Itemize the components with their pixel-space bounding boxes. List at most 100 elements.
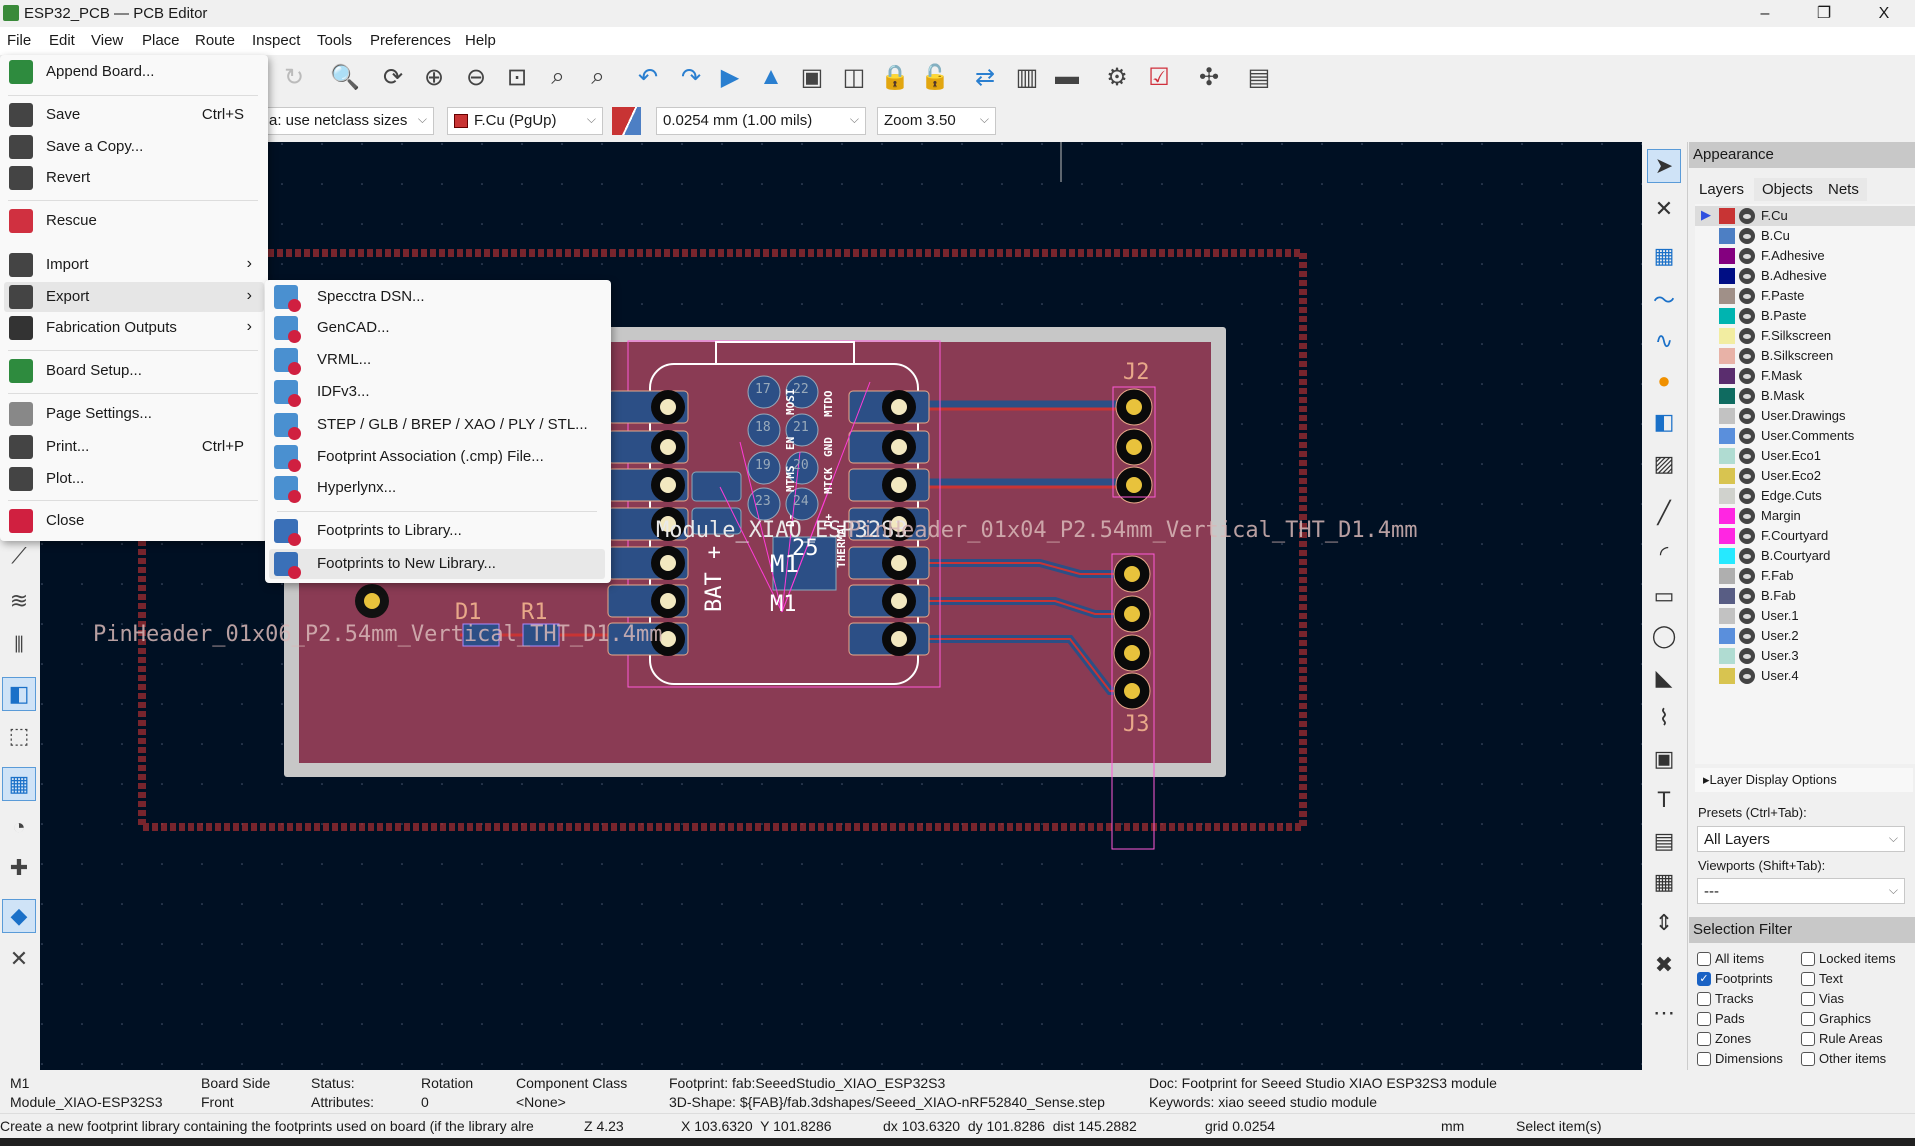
layer-color-swatch[interactable] [1719,388,1735,404]
find-icon[interactable]: 🔍 [329,61,361,93]
visibility-eye-icon[interactable] [1739,648,1755,664]
layer-row-user-4[interactable]: User.4 [1695,666,1915,686]
menu-item-fabrication-outputs[interactable]: Fabrication Outputs › [4,313,264,343]
text-icon[interactable]: T [1647,783,1681,817]
filter-text[interactable]: Text [1801,970,1911,990]
scripting-console-icon[interactable]: ▤ [1243,61,1275,93]
layer-row-b-courtyard[interactable]: B.Courtyard [1695,546,1915,566]
visibility-eye-icon[interactable] [1739,548,1755,564]
board-setup-icon[interactable]: ⚙ [1101,61,1133,93]
polygon-icon[interactable]: ◣ [1647,661,1681,695]
drc-icon[interactable]: ☑ [1143,61,1175,93]
tune-length-icon[interactable]: ≋ [2,584,36,618]
layer-color-swatch[interactable] [1719,408,1735,424]
menu-item-board-setup[interactable]: Board Setup... [4,356,264,386]
layer-color-swatch[interactable] [1719,228,1735,244]
filter-pads[interactable]: Pads [1697,1010,1807,1030]
filter-dimensions[interactable]: Dimensions [1697,1050,1807,1070]
rotate-cw-icon[interactable]: ↷ [675,61,707,93]
checkbox[interactable] [1697,992,1711,1006]
footprint-add-icon[interactable]: ▦ [1647,239,1681,273]
pad-icon[interactable]: ◧ [1647,405,1681,439]
visibility-eye-icon[interactable] [1739,528,1755,544]
layer-color-swatch[interactable] [1719,548,1735,564]
layer-row-f-courtyard[interactable]: F.Courtyard [1695,526,1915,546]
layer-row-user-3[interactable]: User.3 [1695,646,1915,666]
filter-rule-areas[interactable]: Rule Areas [1801,1030,1911,1050]
menu-item-save-a-copy[interactable]: Save a Copy... [4,132,264,162]
track-width-select[interactable]: a: use netclass sizes ⌵ [262,107,434,135]
layer-row-b-silkscreen[interactable]: B.Silkscreen [1695,346,1915,366]
layer-row-user-comments[interactable]: User.Comments [1695,426,1915,446]
layer-color-swatch[interactable] [1719,488,1735,504]
checkbox[interactable] [1801,1052,1815,1066]
layer-color-swatch[interactable] [1719,428,1735,444]
layer-pair-button[interactable] [612,107,641,135]
via-icon[interactable]: ◔ [2,810,36,844]
menu-help[interactable]: Help [465,32,496,49]
visibility-eye-icon[interactable] [1739,208,1755,224]
schematic-icon[interactable]: ✣ [1193,61,1225,93]
tab-nets[interactable]: Nets [1820,178,1867,201]
layer-row-f-mask[interactable]: F.Mask [1695,366,1915,386]
visibility-eye-icon[interactable] [1739,428,1755,444]
circle-icon[interactable]: ◯ [1647,619,1681,653]
layer-row-user-eco2[interactable]: User.Eco2 [1695,466,1915,486]
visibility-eye-icon[interactable] [1739,268,1755,284]
menu-item-save[interactable]: Save Ctrl+S [4,100,264,130]
select-icon[interactable]: ➤ [1647,149,1681,183]
ungroup-icon[interactable]: ◫ [838,61,870,93]
filter-vias[interactable]: Vias [1801,990,1911,1010]
layer-row-b-paste[interactable]: B.Paste [1695,306,1915,326]
mirror-vertical-icon[interactable]: ▲ [755,61,787,93]
layer-row-margin[interactable]: Margin [1695,506,1915,526]
dimension-icon[interactable]: ⇕ [1647,906,1681,940]
menu-item-footprints-to-library[interactable]: Footprints to Library... [269,516,605,546]
tune-skew-icon[interactable]: ⫴ [2,628,36,662]
layer-row-b-fab[interactable]: B.Fab [1695,586,1915,606]
checkbox[interactable] [1801,992,1815,1006]
filter-graphics[interactable]: Graphics [1801,1010,1911,1030]
layer-color-swatch[interactable] [1719,588,1735,604]
menu-item-vrml[interactable]: VRML... [269,345,605,375]
mirror-horizontal-icon[interactable]: ▶ [714,61,746,93]
presets-select[interactable]: All Layers ⌵ [1697,826,1905,852]
layer-row-edge-cuts[interactable]: Edge.Cuts [1695,486,1915,506]
visibility-eye-icon[interactable] [1739,488,1755,504]
menu-item-revert[interactable]: Revert [4,163,264,193]
menu-item-step-glb-brep-xao-ply-stl[interactable]: STEP / GLB / BREP / XAO / PLY / STL... [269,410,605,440]
menu-item-specctra-dsn[interactable]: Specctra DSN... [269,282,605,312]
route-diff-pair-icon[interactable]: ⟋ [2,539,36,573]
image-icon[interactable]: ▣ [1647,742,1681,776]
menu-edit[interactable]: Edit [49,32,75,49]
layer-row-user-eco1[interactable]: User.Eco1 [1695,446,1915,466]
checkbox[interactable]: ✓ [1697,972,1711,986]
visibility-eye-icon[interactable] [1739,408,1755,424]
visibility-eye-icon[interactable] [1739,248,1755,264]
visibility-eye-icon[interactable] [1739,228,1755,244]
lock-icon[interactable]: 🔒 [879,61,911,93]
menu-item-close[interactable]: Close [4,506,264,536]
visibility-eye-icon[interactable] [1739,608,1755,624]
layer-color-swatch[interactable] [1719,248,1735,264]
menu-item-footprints-to-new-library[interactable]: Footprints to New Library... [269,549,605,579]
viewports-select[interactable]: --- ⌵ [1697,878,1905,904]
layer-color-swatch[interactable] [1719,328,1735,344]
footprint-icon[interactable]: ▦ [2,767,36,801]
route-track-icon[interactable]: 〜 [1647,282,1681,316]
pad-icon[interactable]: ◧ [2,677,36,711]
layer-color-swatch[interactable] [1719,348,1735,364]
layer-select[interactable]: F.Cu (PgUp) ⌵ [447,107,603,135]
tab-objects[interactable]: Objects [1754,178,1821,201]
menu-route[interactable]: Route [195,32,235,49]
select-rect-icon[interactable]: ⬚ [2,719,36,753]
zoom-in-icon[interactable]: ⊕ [418,61,450,93]
unlock-icon[interactable]: 🔓 [919,61,951,93]
arc-icon[interactable]: ◜ [1647,537,1681,571]
layer-color-swatch[interactable] [1719,208,1735,224]
checkbox[interactable] [1801,972,1815,986]
textbox-icon[interactable]: ▤ [1647,824,1681,858]
filter-footprints[interactable]: ✓ Footprints [1697,970,1807,990]
visibility-eye-icon[interactable] [1739,328,1755,344]
zoom-select[interactable]: Zoom 3.50 ⌵ [877,107,996,135]
